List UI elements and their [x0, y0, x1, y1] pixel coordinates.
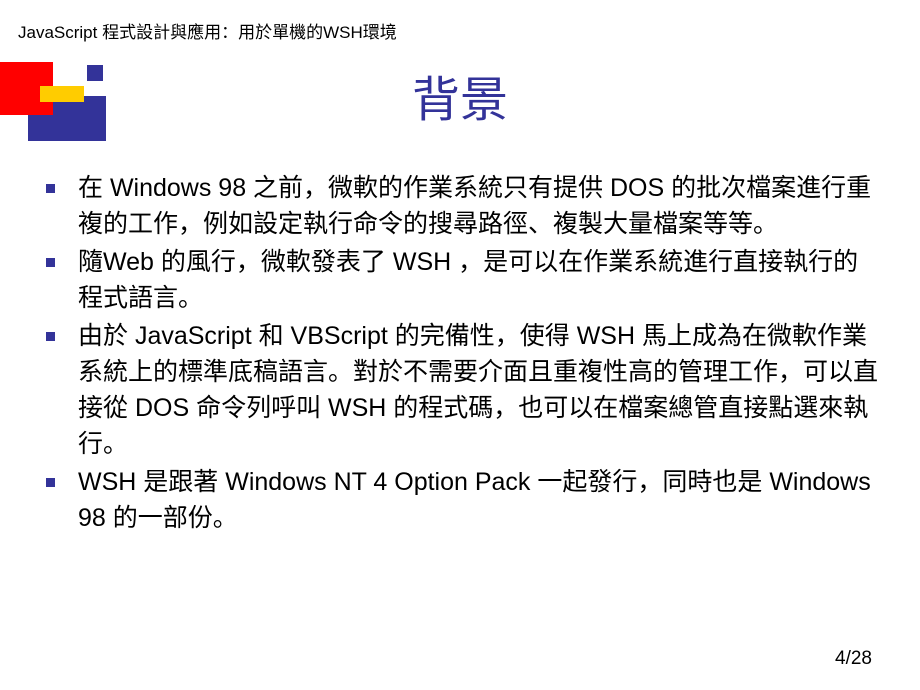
bullet-item: 由於 JavaScript 和 VBScript 的完備性，使得 WSH 馬上成… [42, 318, 882, 462]
bullet-list: 在 Windows 98 之前，微軟的作業系統只有提供 DOS 的批次檔案進行重… [42, 170, 882, 536]
slide-title: 背景 [0, 60, 920, 130]
slide-header: JavaScript 程式設計與應用：用於單機的WSH環境 [18, 18, 397, 43]
bullet-item: 在 Windows 98 之前，微軟的作業系統只有提供 DOS 的批次檔案進行重… [42, 170, 882, 242]
page-number: 4/28 [835, 648, 872, 670]
slide-content: 在 Windows 98 之前，微軟的作業系統只有提供 DOS 的批次檔案進行重… [42, 170, 882, 538]
bullet-item: WSH 是跟著 Windows NT 4 Option Pack 一起發行，同時… [42, 464, 882, 536]
bullet-item: 隨Web 的風行，微軟發表了 WSH ，是可以在作業系統進行直接執行的程式語言。 [42, 244, 882, 316]
